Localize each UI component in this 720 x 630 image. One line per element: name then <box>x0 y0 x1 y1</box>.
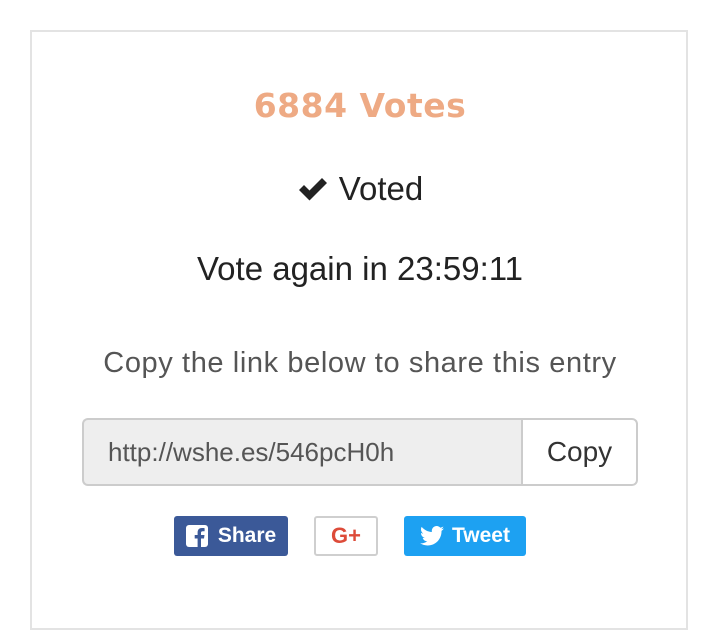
twitter-bird-icon <box>420 526 445 546</box>
twitter-tweet-button[interactable]: Tweet <box>404 516 526 556</box>
share-link-group: Copy <box>82 418 638 486</box>
share-hint-text: Copy the link below to share this entry <box>103 347 617 379</box>
copy-button[interactable]: Copy <box>521 418 638 486</box>
google-plus-share-button[interactable]: G+ <box>314 516 378 556</box>
checkmark-icon <box>297 176 329 202</box>
voted-label: Voted <box>338 170 424 207</box>
facebook-share-button[interactable]: Share <box>174 516 288 556</box>
tweet-label: Tweet <box>452 524 510 547</box>
share-link-input[interactable] <box>82 418 521 486</box>
facebook-icon <box>185 525 208 547</box>
facebook-share-label: Share <box>217 524 277 547</box>
voted-status: Voted <box>0 170 720 208</box>
vote-again-countdown: Vote again in 23:59:11 <box>196 250 523 287</box>
google-plus-label: G+ <box>331 523 361 548</box>
vote-count: 6884 Votes <box>253 86 467 125</box>
